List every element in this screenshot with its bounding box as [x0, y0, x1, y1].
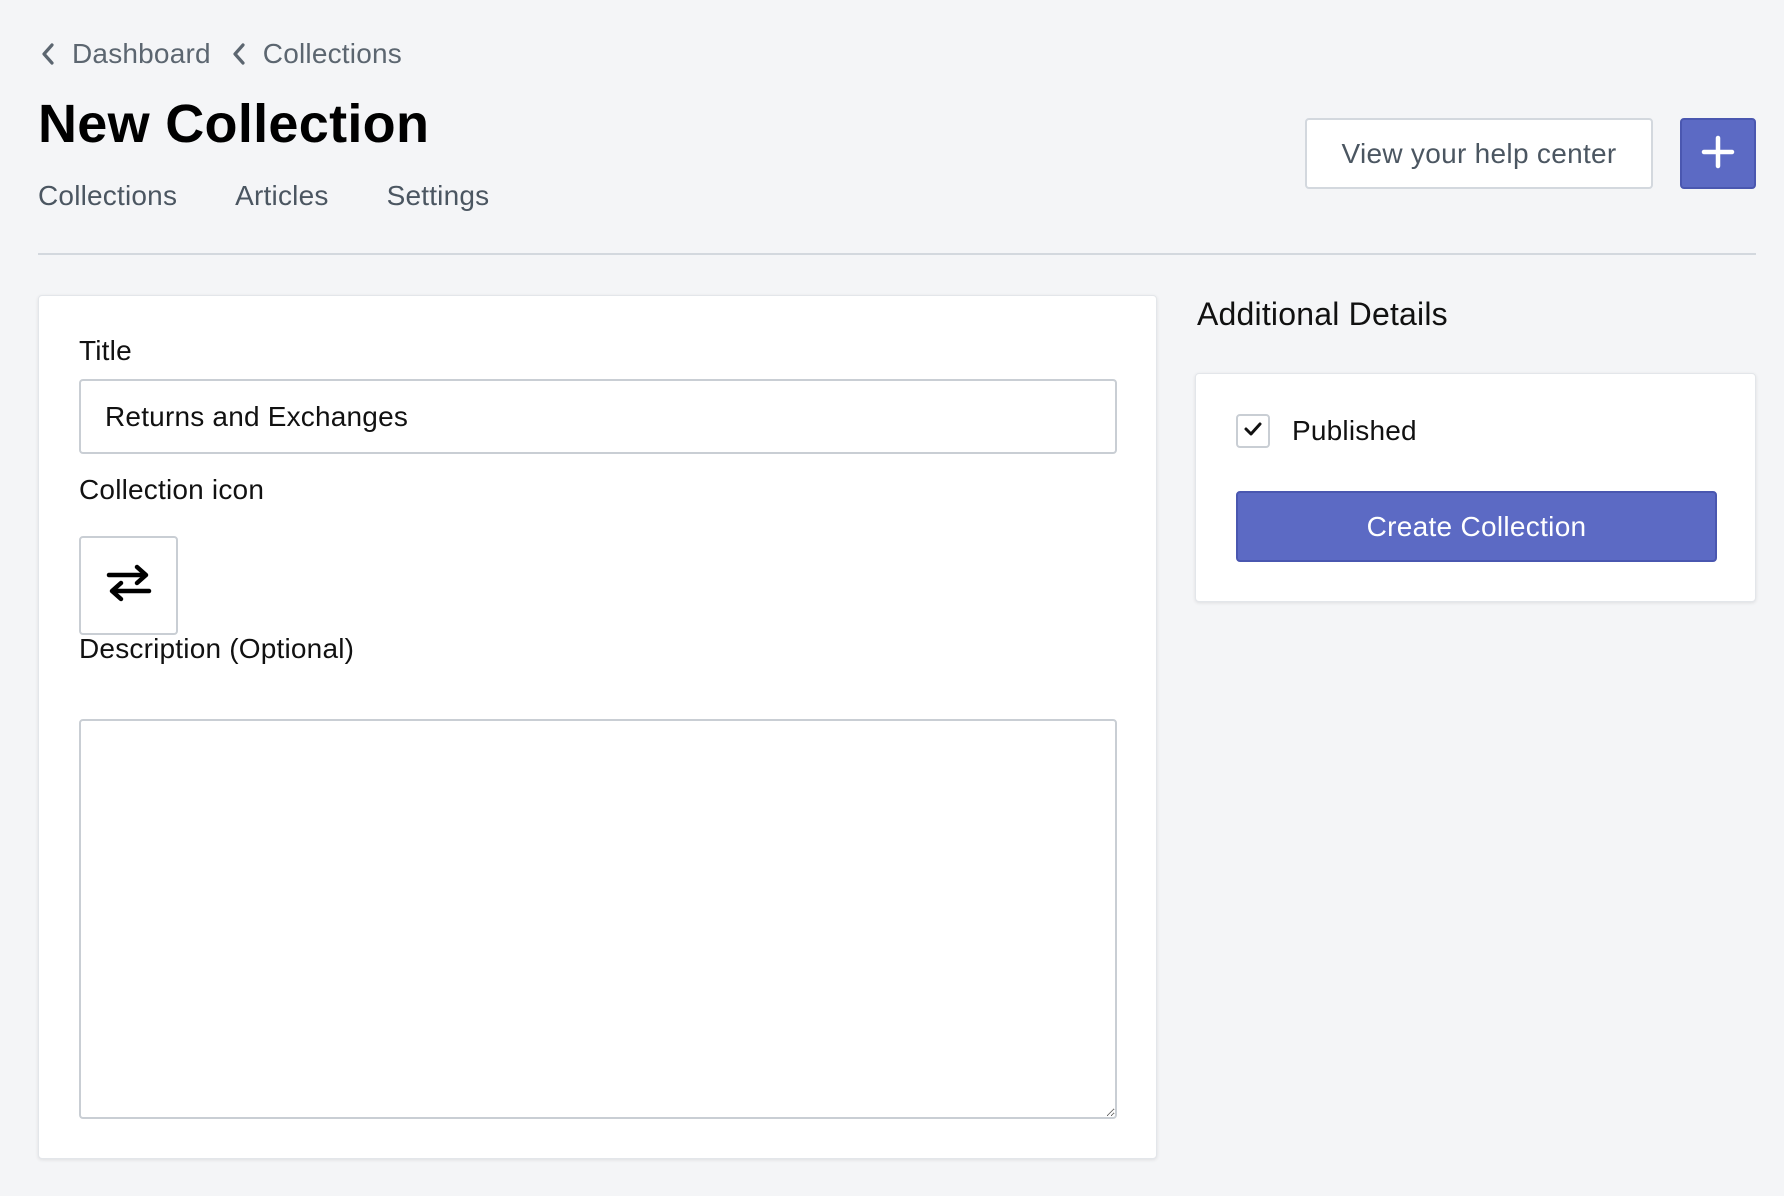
breadcrumb-dashboard[interactable]: Dashboard — [38, 38, 211, 70]
tab-bar: Collections Articles Settings — [38, 176, 547, 216]
title-input[interactable] — [79, 379, 1117, 454]
create-collection-button[interactable]: Create Collection — [1236, 491, 1717, 562]
additional-details-card: Published Create Collection — [1195, 373, 1756, 602]
breadcrumb-collections[interactable]: Collections — [229, 38, 402, 70]
additional-details-heading: Additional Details — [1197, 296, 1448, 332]
page-title: New Collection — [38, 94, 430, 154]
collection-icon-picker[interactable] — [79, 536, 178, 635]
published-label: Published — [1292, 415, 1417, 446]
breadcrumb: Dashboard Collections — [38, 36, 420, 72]
collection-form-card: Title Collection icon Description (Optio… — [38, 295, 1157, 1159]
plus-icon — [1701, 135, 1735, 172]
description-input[interactable] — [79, 719, 1117, 1119]
add-button[interactable] — [1680, 118, 1756, 189]
tab-collections[interactable]: Collections — [38, 180, 177, 212]
published-checkbox[interactable] — [1236, 414, 1270, 448]
breadcrumb-label: Collections — [262, 38, 402, 69]
checkmark-icon — [1243, 420, 1263, 443]
collection-icon-label: Collection icon — [79, 474, 265, 505]
chevron-left-icon — [229, 41, 249, 67]
breadcrumb-label: Dashboard — [72, 38, 211, 69]
tab-articles[interactable]: Articles — [235, 180, 328, 212]
description-label: Description (Optional) — [79, 633, 355, 664]
arrows-exchange-icon — [105, 563, 153, 608]
published-checkbox-row[interactable]: Published — [1236, 414, 1417, 448]
chevron-left-icon — [38, 41, 58, 67]
view-help-center-button[interactable]: View your help center — [1305, 118, 1653, 189]
title-label: Title — [79, 335, 132, 366]
tab-settings[interactable]: Settings — [387, 180, 490, 212]
header-divider — [38, 253, 1756, 255]
